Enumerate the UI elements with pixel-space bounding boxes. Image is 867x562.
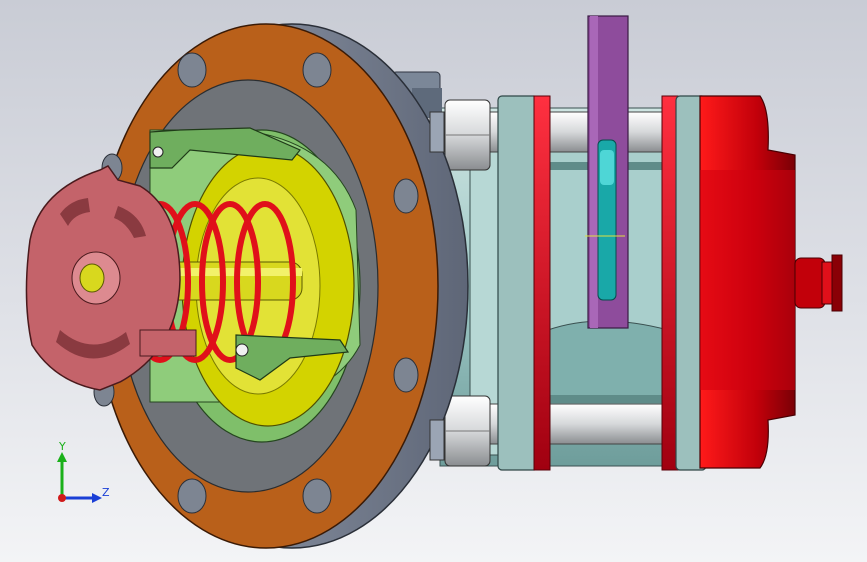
x-axis-point [58,494,66,502]
hex-nut-top-left [444,99,491,171]
cad-viewport[interactable]: Y Z [0,0,867,562]
z-axis-label: Z [102,486,110,499]
valve-assembly-model[interactable] [0,0,867,562]
hex-nut-bottom-left [444,395,491,467]
actuator-housing [699,95,843,469]
y-axis-label: Y [59,440,66,453]
left-clamp-plate [497,95,551,471]
coordinate-triad: Y Z [52,440,112,506]
